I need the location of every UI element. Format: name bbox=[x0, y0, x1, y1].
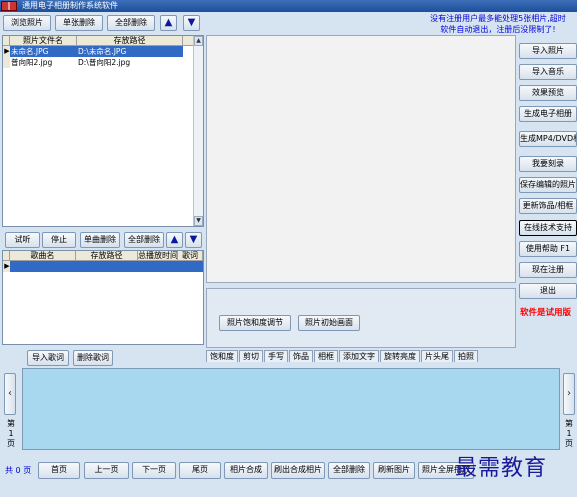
photo-name-cell[interactable]: 普向阳2.jpg bbox=[10, 57, 77, 68]
listen-button[interactable]: 试听 bbox=[5, 232, 40, 248]
delete-all-songs-button[interactable]: 全部删除 bbox=[124, 232, 164, 248]
app-icon bbox=[1, 1, 17, 11]
trial-notice: 没有注册用户最多能处理5张相片,超时 软件自动退出，注册后没限制了! bbox=[418, 13, 577, 35]
move-song-down-icon[interactable]: ▼ bbox=[185, 232, 202, 248]
update-decorations-button[interactable]: 更新饰品/相框 bbox=[519, 198, 577, 214]
photo-list-scrollbar[interactable]: ▲ ▼ bbox=[193, 36, 203, 226]
thumbs-next-arrow-icon[interactable]: › bbox=[563, 373, 575, 415]
column-song-lyrics: 歌词 bbox=[178, 251, 203, 260]
empty-song-cell[interactable] bbox=[10, 261, 203, 272]
music-list[interactable]: 歌曲名 存放路径 总播放时间 歌词 ▶ bbox=[2, 250, 204, 345]
tab-intro-outro[interactable]: 片头尾 bbox=[421, 350, 453, 362]
save-edited-photo-button[interactable]: 保存编辑的照片 bbox=[519, 177, 577, 193]
column-song-duration: 总播放时间 bbox=[138, 251, 178, 260]
thumbnail-strip[interactable] bbox=[22, 368, 560, 450]
move-photo-down-icon[interactable]: ▼ bbox=[183, 15, 200, 31]
delete-single-song-button[interactable]: 单曲删除 bbox=[80, 232, 120, 248]
row-pointer-icon: ▶ bbox=[3, 261, 10, 272]
trial-version-label: 软件是试用版 bbox=[520, 308, 572, 318]
tab-handwriting[interactable]: 手写 bbox=[264, 350, 288, 362]
generate-mp4-dvd-button[interactable]: 生成MP4/DVD相册 bbox=[519, 131, 577, 147]
import-music-button[interactable]: 导入音乐 bbox=[519, 64, 577, 80]
table-row[interactable]: ▶ 未命名.JPG D:\未命名.JPG bbox=[3, 46, 203, 57]
refresh-pictures-button[interactable]: 刷新图片 bbox=[373, 462, 415, 479]
move-song-up-icon[interactable]: ▲ bbox=[166, 232, 183, 248]
initial-view-button[interactable]: 照片初始画面 bbox=[298, 315, 360, 331]
tab-decoration[interactable]: 饰品 bbox=[289, 350, 313, 362]
column-photo-path: 存放路径 bbox=[77, 36, 183, 45]
photo-list[interactable]: 照片文件名 存放路径 ▶ 未命名.JPG D:\未命名.JPG 普向阳2.jpg… bbox=[2, 35, 204, 227]
table-row[interactable]: ▶ bbox=[3, 261, 203, 272]
tab-frame[interactable]: 相框 bbox=[314, 350, 338, 362]
import-lyrics-button[interactable]: 导入歌词 bbox=[27, 350, 69, 366]
scroll-up-icon[interactable]: ▲ bbox=[194, 36, 203, 46]
first-page-button[interactable]: 首页 bbox=[38, 462, 80, 479]
help-button[interactable]: 使用帮助 F1 bbox=[519, 241, 577, 257]
scroll-down-icon[interactable]: ▼ bbox=[194, 216, 203, 226]
title-bar: 通用电子相册制作系统软件 bbox=[0, 0, 577, 12]
trial-notice-line2: 软件自动退出，注册后没限制了! bbox=[440, 25, 556, 34]
last-page-button[interactable]: 尾页 bbox=[179, 462, 221, 479]
delete-all-photos-button[interactable]: 全部删除 bbox=[107, 15, 155, 31]
right-page-label: 第 1 页 bbox=[565, 419, 573, 448]
stop-button[interactable]: 停止 bbox=[42, 232, 76, 248]
photo-list-header: 照片文件名 存放路径 bbox=[3, 36, 193, 46]
browse-photos-button[interactable]: 浏览照片 bbox=[3, 15, 51, 31]
photo-path-cell[interactable]: D:\未命名.JPG bbox=[77, 46, 183, 57]
music-list-header: 歌曲名 存放路径 总播放时间 歌词 bbox=[3, 251, 203, 261]
online-support-button[interactable]: 在线技术支持 bbox=[519, 220, 577, 236]
window-title: 通用电子相册制作系统软件 bbox=[22, 1, 118, 10]
row-pointer-icon: ▶ bbox=[3, 46, 10, 57]
tab-saturation[interactable]: 饱和度 bbox=[206, 350, 238, 362]
tab-crop[interactable]: 剪切 bbox=[239, 350, 263, 362]
compose-photo-button[interactable]: 相片合成 bbox=[224, 462, 268, 479]
left-page-label: 第 1 页 bbox=[7, 419, 15, 448]
tab-rotate-brightness[interactable]: 旋转亮度 bbox=[380, 350, 420, 362]
saturation-adjust-button[interactable]: 照片饱和度调节 bbox=[219, 315, 291, 331]
next-page-button[interactable]: 下一页 bbox=[132, 462, 176, 479]
watermark: 最需教育 bbox=[455, 456, 548, 481]
register-now-button[interactable]: 现在注册 bbox=[519, 262, 577, 278]
generate-album-button[interactable]: 生成电子相册 bbox=[519, 106, 577, 122]
thumbs-prev-arrow-icon[interactable]: ‹ bbox=[4, 373, 16, 415]
burn-disc-button[interactable]: 我要刻录 bbox=[519, 156, 577, 172]
refresh-composite-button[interactable]: 刷出合成相片 bbox=[271, 462, 325, 479]
trial-notice-line1: 没有注册用户最多能处理5张相片,超时 bbox=[430, 14, 566, 23]
delete-all-thumbs-button[interactable]: 全部删除 bbox=[328, 462, 370, 479]
exit-button[interactable]: 退出 bbox=[519, 283, 577, 299]
photo-path-cell[interactable]: D:\普向阳2.jpg bbox=[77, 57, 183, 68]
photo-preview-area[interactable] bbox=[206, 35, 516, 283]
prev-page-button[interactable]: 上一页 bbox=[84, 462, 129, 479]
column-song-name: 歌曲名 bbox=[10, 251, 76, 260]
preview-effect-button[interactable]: 效果预览 bbox=[519, 85, 577, 101]
column-song-path: 存放路径 bbox=[76, 251, 138, 260]
delete-single-photo-button[interactable]: 单张删除 bbox=[55, 15, 103, 31]
import-photos-button[interactable]: 导入照片 bbox=[519, 43, 577, 59]
tab-take-photo[interactable]: 拍照 bbox=[454, 350, 478, 362]
column-photo-name: 照片文件名 bbox=[10, 36, 77, 45]
edit-tabs: 饱和度 剪切 手写 饰品 相框 添加文字 旋转亮度 片头尾 拍照 bbox=[206, 350, 479, 362]
move-photo-up-icon[interactable]: ▲ bbox=[160, 15, 177, 31]
total-pages-label: 共 0 页 bbox=[5, 466, 32, 475]
table-row[interactable]: 普向阳2.jpg D:\普向阳2.jpg bbox=[3, 57, 203, 68]
photo-name-cell[interactable]: 未命名.JPG bbox=[10, 46, 77, 57]
tab-add-text[interactable]: 添加文字 bbox=[339, 350, 379, 362]
delete-lyrics-button[interactable]: 删除歌词 bbox=[73, 350, 113, 366]
